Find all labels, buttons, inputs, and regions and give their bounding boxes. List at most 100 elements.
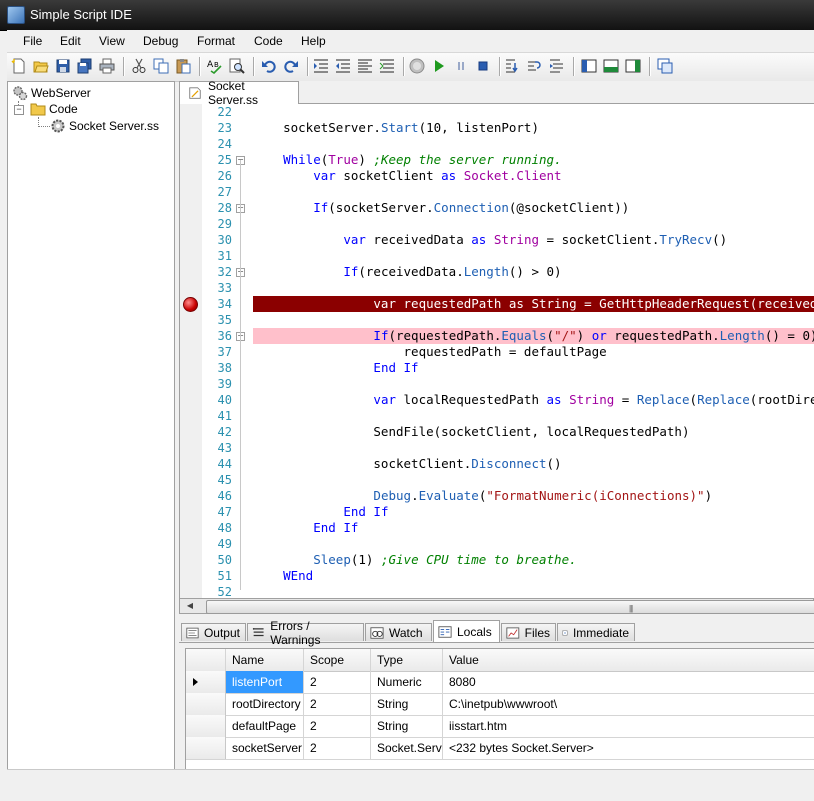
code-text[interactable]: End If bbox=[253, 520, 814, 536]
code-text[interactable]: End If bbox=[253, 360, 814, 376]
pause-icon[interactable] bbox=[453, 58, 469, 74]
tree-item-file[interactable]: Socket Server.ss bbox=[50, 118, 159, 134]
code-line[interactable]: 32− If(receivedData.Length() > 0) bbox=[180, 264, 814, 280]
grid-cell[interactable]: socketServer bbox=[226, 737, 304, 759]
code-line[interactable]: 27 bbox=[180, 184, 814, 200]
tree-collapse-toggle[interactable]: − bbox=[14, 105, 24, 115]
grid-cell[interactable]: 8080 bbox=[443, 671, 814, 693]
scroll-left-icon[interactable]: ◀ bbox=[182, 599, 198, 613]
code-text[interactable] bbox=[253, 312, 814, 328]
code-text[interactable]: While(True) ;Keep the server running. bbox=[253, 152, 814, 168]
col-name[interactable]: Name bbox=[226, 649, 304, 671]
save-all-icon[interactable] bbox=[77, 58, 93, 74]
code-line[interactable]: 33 bbox=[180, 280, 814, 296]
code-line[interactable]: 28− If(socketServer.Connection(@socketCl… bbox=[180, 200, 814, 216]
panel-tab-locals[interactable]: Locals bbox=[433, 620, 500, 642]
menu-format[interactable]: Format bbox=[197, 34, 235, 48]
code-text[interactable]: var localRequestedPath as String = Repla… bbox=[253, 392, 814, 408]
code-editor[interactable]: 22 23 socketServer.Start(10, listenPort) 2… bbox=[179, 104, 814, 599]
code-line[interactable]: 35 bbox=[180, 312, 814, 328]
align-icon[interactable] bbox=[357, 58, 373, 74]
undo-icon[interactable] bbox=[261, 58, 277, 74]
code-line[interactable]: 50 Sleep(1) ;Give CPU time to breathe. bbox=[180, 552, 814, 568]
table-row[interactable]: defaultPage 2 String iisstart.htm bbox=[186, 715, 814, 738]
col-value[interactable]: Value bbox=[443, 649, 814, 671]
code-line[interactable]: 41 bbox=[180, 408, 814, 424]
grid-cell[interactable]: defaultPage bbox=[226, 715, 304, 737]
code-text[interactable]: socketClient.Disconnect() bbox=[253, 456, 814, 472]
redo-icon[interactable] bbox=[283, 58, 299, 74]
code-line[interactable]: 52 bbox=[180, 584, 814, 598]
row-header[interactable] bbox=[186, 693, 226, 715]
menu-debug[interactable]: Debug bbox=[143, 34, 178, 48]
locals-grid[interactable]: Name Scope Type Value listenPort 2 Numeric… bbox=[185, 648, 814, 778]
cut-icon[interactable] bbox=[131, 58, 147, 74]
open-folder-icon[interactable] bbox=[33, 58, 49, 74]
code-text[interactable]: End If bbox=[253, 504, 814, 520]
menu-file[interactable]: File bbox=[23, 34, 42, 48]
grid-cell[interactable]: iisstart.htm bbox=[443, 715, 814, 737]
step-over-icon[interactable] bbox=[527, 58, 543, 74]
indent-icon[interactable] bbox=[313, 58, 329, 74]
code-text[interactable] bbox=[253, 184, 814, 200]
code-text[interactable]: var socketClient as Socket.Client bbox=[253, 168, 814, 184]
code-line[interactable]: 47 End If bbox=[180, 504, 814, 520]
panel-tab-errors-warnings[interactable]: Errors / Warnings bbox=[247, 619, 364, 647]
col-scope[interactable]: Scope bbox=[304, 649, 371, 671]
copy-icon[interactable] bbox=[153, 58, 169, 74]
menu-help[interactable]: Help bbox=[301, 34, 326, 48]
panel-left-icon[interactable] bbox=[581, 58, 597, 74]
code-text[interactable]: Sleep(1) ;Give CPU time to breathe. bbox=[253, 552, 814, 568]
tab-socket-server[interactable]: Socket Server.ss bbox=[179, 79, 299, 107]
panel-tab-output[interactable]: Output bbox=[181, 623, 246, 641]
row-header[interactable] bbox=[186, 671, 226, 693]
run-icon[interactable] bbox=[431, 58, 447, 74]
table-row[interactable]: rootDirectory 2 String C:\inetpub\wwwroot\ bbox=[186, 693, 814, 716]
code-text[interactable]: If(requestedPath.Equals("/") or requeste… bbox=[253, 328, 814, 344]
panel-tab-immediate[interactable]: Immediate bbox=[557, 623, 635, 641]
editor-hscrollbar[interactable]: ◀ ||| bbox=[179, 598, 814, 614]
outdent-icon[interactable] bbox=[335, 58, 351, 74]
code-text[interactable] bbox=[253, 408, 814, 424]
code-text[interactable] bbox=[253, 440, 814, 456]
panel-bottom-icon[interactable] bbox=[603, 58, 619, 74]
code-line[interactable]: 39 bbox=[180, 376, 814, 392]
code-text[interactable] bbox=[253, 216, 814, 232]
window-icon[interactable] bbox=[657, 58, 673, 74]
table-row[interactable]: listenPort 2 Numeric 8080 bbox=[186, 671, 814, 694]
spell-check-icon[interactable]: AB bbox=[207, 58, 223, 74]
find-icon[interactable] bbox=[229, 58, 245, 74]
code-text[interactable]: var requestedPath as String = GetHttpHea… bbox=[253, 296, 814, 312]
row-header[interactable] bbox=[186, 737, 226, 759]
menu-view[interactable]: View bbox=[99, 34, 125, 48]
row-header[interactable] bbox=[186, 715, 226, 737]
code-line[interactable]: 40 var localRequestedPath as String = Re… bbox=[180, 392, 814, 408]
code-line[interactable]: 30 var receivedData as String = socketCl… bbox=[180, 232, 814, 248]
code-text[interactable]: If(receivedData.Length() > 0) bbox=[253, 264, 814, 280]
code-text[interactable]: Debug.Evaluate("FormatNumeric(iConnectio… bbox=[253, 488, 814, 504]
code-line[interactable]: 31 bbox=[180, 248, 814, 264]
stop-icon[interactable] bbox=[409, 58, 425, 74]
code-line[interactable]: 36− If(requestedPath.Equals("/") or requ… bbox=[180, 328, 814, 344]
print-icon[interactable] bbox=[99, 58, 115, 74]
step-out-icon[interactable] bbox=[549, 58, 565, 74]
code-line[interactable]: 42 SendFile(socketClient, localRequested… bbox=[180, 424, 814, 440]
code-text[interactable]: WEnd bbox=[253, 568, 814, 584]
step-into-icon[interactable] bbox=[505, 58, 521, 74]
table-row[interactable]: socketServer2Socket.Server<232 bytes Soc… bbox=[186, 737, 814, 760]
code-text[interactable]: SendFile(socketClient, localRequestedPat… bbox=[253, 424, 814, 440]
code-text[interactable]: requestedPath = defaultPage bbox=[253, 344, 814, 360]
grid-cell[interactable]: String bbox=[371, 715, 443, 737]
code-line[interactable]: 43 bbox=[180, 440, 814, 456]
code-text[interactable] bbox=[253, 136, 814, 152]
code-text[interactable] bbox=[253, 104, 814, 120]
panel-tab-watch[interactable]: Watch bbox=[365, 623, 432, 641]
tree-item-folder[interactable]: Code bbox=[30, 101, 78, 117]
menu-edit[interactable]: Edit bbox=[60, 34, 81, 48]
code-text[interactable] bbox=[253, 376, 814, 392]
code-line[interactable]: 29 bbox=[180, 216, 814, 232]
code-line[interactable]: 45 bbox=[180, 472, 814, 488]
breakpoint-icon[interactable] bbox=[183, 297, 198, 312]
code-line[interactable]: 24 bbox=[180, 136, 814, 152]
grid-cell[interactable]: String bbox=[371, 693, 443, 715]
